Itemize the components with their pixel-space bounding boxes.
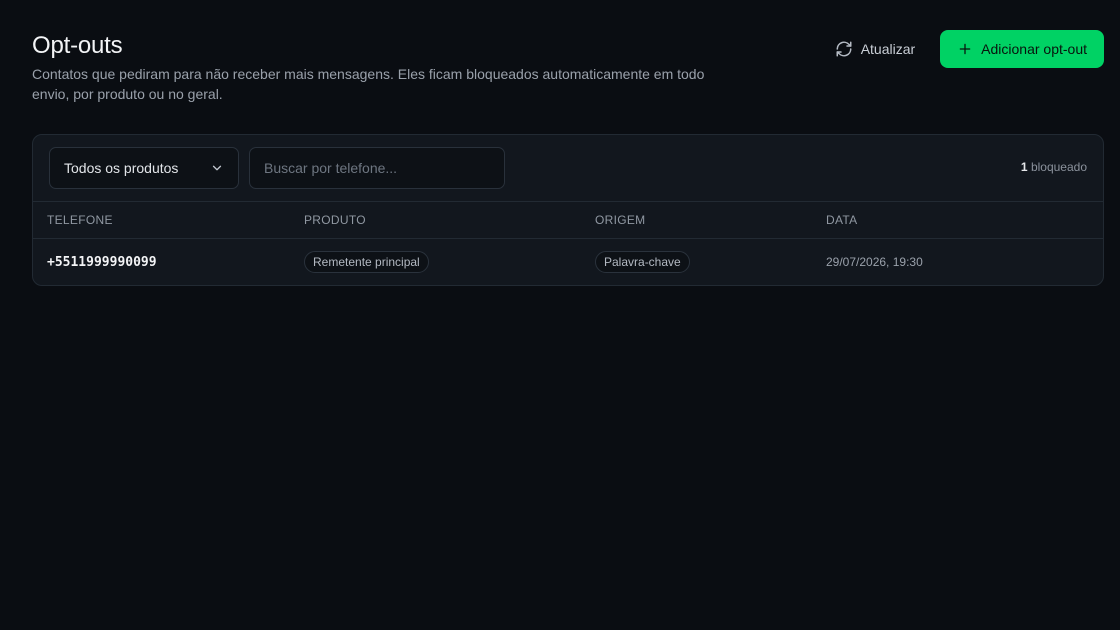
origin-badge: Palavra-chave <box>595 251 690 273</box>
blocked-count: 1 bloqueado <box>1021 160 1087 174</box>
chevron-down-icon <box>212 165 222 171</box>
refresh-icon <box>836 41 852 57</box>
blocked-count-number: 1 <box>1020 160 1028 174</box>
product-badge: Remetente principal <box>304 251 429 273</box>
blocked-count-label: bloqueado <box>1030 160 1087 174</box>
cell-origem: Palavra-chave <box>595 239 690 285</box>
add-opt-out-button[interactable]: Adicionar opt-out <box>940 30 1104 68</box>
date-value: 29/07/2026, 19:30 <box>826 255 923 269</box>
table-row[interactable]: +5511999990099 Remetente principal Palav… <box>33 239 1103 285</box>
product-filter-select[interactable]: Todos os produtos <box>49 147 239 189</box>
column-header-telefone: Telefone <box>47 213 113 227</box>
cell-telefone: +5511999990099 <box>47 239 157 285</box>
phone-number: +5511999990099 <box>47 254 157 270</box>
page-subtitle: Contatos que pediram para não receber ma… <box>32 66 705 102</box>
opt-outs-page: Opt-outs Contatos que pediram para não r… <box>0 0 1120 630</box>
phone-search-input[interactable] <box>249 147 505 189</box>
product-filter-value: Todos os produtos <box>64 160 179 176</box>
column-header-produto: Produto <box>304 213 366 227</box>
add-opt-out-button-label: Adicionar opt-out <box>981 41 1087 57</box>
column-header-data: Data <box>826 213 858 227</box>
cell-data: 29/07/2026, 19:30 <box>826 239 923 285</box>
table-toolbar: Todos os produtos 1 bloqueado <box>33 135 1103 202</box>
plus-icon <box>959 43 971 55</box>
page-title: Opt-outs <box>32 32 123 59</box>
cell-produto: Remetente principal <box>304 239 429 285</box>
opt-outs-table-card: Todos os produtos 1 bloqueado Telefone P… <box>32 134 1104 286</box>
refresh-button-label: Atualizar <box>860 41 916 57</box>
column-header-origem: Origem <box>595 213 646 227</box>
page-header: Opt-outs Contatos que pediram para não r… <box>32 30 712 104</box>
header-actions: Atualizar Adicionar opt-out <box>822 30 1104 68</box>
table-header: Telefone Produto Origem Data <box>33 202 1103 239</box>
refresh-button[interactable]: Atualizar <box>822 30 928 68</box>
